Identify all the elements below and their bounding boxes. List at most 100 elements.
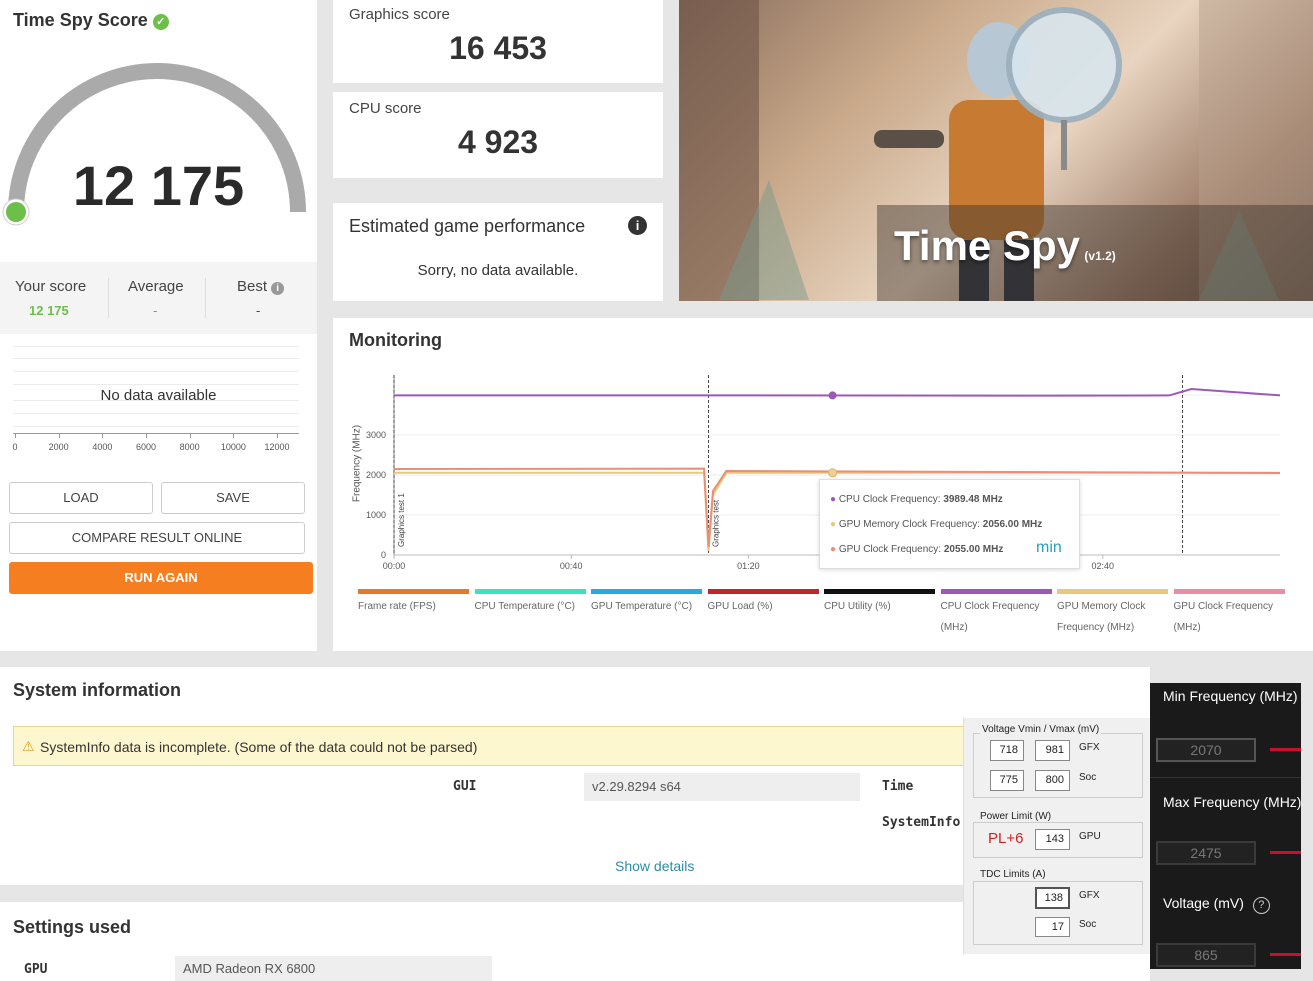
warning-banner: ⚠ SystemInfo data is incomplete. (Some o… [13, 726, 973, 766]
tdc-gfx-label: GFX [1079, 890, 1100, 901]
your-score-value: 12 175 [29, 303, 69, 318]
tdc-title: TDC Limits (A) [978, 869, 1048, 880]
tooltip-gpu-label: GPU Clock Frequency: [838, 544, 942, 555]
run-again-button[interactable]: RUN AGAIN [9, 562, 313, 594]
monitoring-y-label: Frequency (MHz) [351, 424, 363, 503]
voltage-label: Voltage (mV) ? [1163, 895, 1270, 914]
legend-item[interactable]: Frame rate (FPS) [358, 589, 469, 617]
x-tick-label: 02:40 [1092, 561, 1115, 571]
tooltip-row-mem: ● GPU Memory Clock Frequency: 2056.00 MH… [830, 519, 1042, 530]
legend-label: CPU Clock Frequency (MHz) [940, 601, 1040, 633]
x-tick-label: 01:20 [737, 561, 760, 571]
legend-label: GPU Load (%) [707, 601, 773, 612]
warning-text: SystemInfo data is incomplete. (Some of … [40, 739, 478, 755]
game-performance-message: Sorry, no data available. [417, 262, 579, 279]
voltage-slider[interactable] [1270, 953, 1301, 956]
score-title-text: Time Spy Score [13, 10, 148, 30]
amd-row-divider [1150, 777, 1301, 778]
power-title: Power Limit (W) [978, 811, 1054, 822]
tdc-soc-input[interactable]: 17 [1035, 917, 1070, 937]
distribution-axis [13, 433, 299, 434]
legend-swatch [591, 589, 702, 594]
legend-item[interactable]: CPU Temperature (°C) [474, 589, 586, 617]
tuner-overlay: Voltage Vmin / Vmax (mV) 718 981 GFX 775… [963, 718, 1150, 954]
tick-label: 6000 [135, 442, 157, 452]
dot-icon: ● [830, 519, 837, 530]
average-label: Average [128, 278, 184, 295]
info-icon[interactable]: i [271, 282, 285, 295]
show-details-link[interactable]: Show details [615, 858, 694, 874]
graphics-score-value: 16 453 [449, 30, 547, 66]
soc-label: Soc [1079, 772, 1097, 783]
tdc-gfx-input[interactable]: 138 [1035, 887, 1070, 909]
tick-label: 2000 [48, 442, 69, 452]
score-compare-row: Your score 12 175 Average - Best i - [0, 262, 317, 334]
max-frequency-input[interactable]: 2475 [1156, 841, 1256, 865]
tick-label: 8000 [179, 442, 200, 452]
chart-tooltip: ● CPU Clock Frequency: 3989.48 MHz ● GPU… [819, 479, 1080, 569]
tooltip-mem-value: 2056.00 MHz [982, 519, 1043, 530]
y-tick-label: 1000 [366, 510, 386, 520]
load-button[interactable]: LOAD [9, 482, 153, 514]
voltage-label-text: Voltage (mV) [1163, 895, 1244, 911]
max-frequency-slider[interactable] [1270, 851, 1301, 854]
legend-swatch [824, 589, 935, 594]
compare-online-button[interactable]: COMPARE RESULT ONLINE [9, 522, 305, 554]
best-label-text: Best [237, 278, 268, 295]
gpu-value: AMD Radeon RX 6800 [175, 956, 492, 981]
legend-item[interactable]: GPU Load (%) [707, 589, 819, 617]
help-icon[interactable]: ? [1252, 897, 1270, 914]
cpu-score-value: 4 923 [457, 124, 539, 160]
grid-line [13, 346, 299, 347]
y-tick-label: 2000 [366, 470, 386, 480]
legend-item[interactable]: GPU Memory Clock Frequency (MHz) [1057, 589, 1168, 638]
legend-item[interactable]: GPU Temperature (°C) [591, 589, 702, 617]
tick-label: 10000 [220, 442, 246, 452]
legend-swatch [358, 589, 469, 594]
power-limit-input[interactable]: 143 [1035, 829, 1070, 850]
benchmark-banner: Time Spy (v1.2) [679, 0, 1313, 301]
save-button[interactable]: SAVE [161, 482, 305, 514]
voltage-input[interactable]: 865 [1156, 943, 1256, 967]
max-frequency-label: Max Frequency (MHz) [1163, 794, 1302, 810]
tooltip-cpu-label: CPU Clock Frequency: [838, 494, 941, 505]
gui-label: GUI [453, 779, 477, 794]
dot-icon: ● [830, 494, 837, 505]
tick-label: 0 [12, 442, 18, 452]
game-performance-title: Estimated game performance [349, 216, 586, 236]
tick-mark [277, 433, 278, 438]
legend-label: Frame rate (FPS) [358, 601, 436, 612]
gfx-vmax-input[interactable]: 981 [1035, 740, 1070, 761]
y-tick-label: 3000 [366, 430, 386, 440]
amd-tuning-panel [1150, 683, 1301, 969]
legend-item[interactable]: CPU Utility (%) [824, 589, 935, 617]
legend-item[interactable]: GPU Clock Frequency (MHz) [1173, 589, 1285, 638]
settings-title: Settings used [13, 917, 132, 937]
legend-item[interactable]: CPU Clock Frequency (MHz) [940, 589, 1052, 638]
warning-icon: ⚠ [22, 738, 35, 754]
soc-vmax-input[interactable]: 800 [1035, 770, 1070, 791]
test-marker-label: Graphics test 1 [397, 493, 406, 547]
grid-line [13, 371, 299, 372]
tooltip-cpu-value: 3989.48 MHz [943, 494, 1003, 505]
gpu-power-label: GPU [1079, 831, 1101, 842]
tick-label: 12000 [264, 442, 290, 452]
gfx-vmin-input[interactable]: 718 [990, 740, 1024, 761]
legend-label: CPU Temperature (°C) [474, 601, 576, 612]
grid-line [13, 413, 299, 414]
min-frequency-slider[interactable] [1270, 748, 1301, 751]
x-tick-label: 00:00 [383, 561, 406, 571]
divider [205, 278, 206, 318]
banner-version: (v1.2) [1084, 249, 1116, 263]
info-icon[interactable]: i [628, 216, 647, 235]
min-frequency-label: Min Frequency (MHz) [1163, 688, 1298, 704]
y-tick-label: 0 [381, 550, 386, 560]
average-value: - [153, 303, 158, 318]
min-frequency-input[interactable]: 2070 [1156, 738, 1256, 762]
systeminfo-label: SystemInfo [882, 815, 961, 830]
score-panel: Time Spy Score ✓ 12 175 Your score 12 17… [0, 0, 317, 651]
score-title: Time Spy Score ✓ [13, 10, 169, 31]
no-data-text: No data available [100, 387, 217, 404]
legend-label: CPU Utility (%) [824, 601, 891, 612]
soc-vmin-input[interactable]: 775 [990, 770, 1024, 791]
